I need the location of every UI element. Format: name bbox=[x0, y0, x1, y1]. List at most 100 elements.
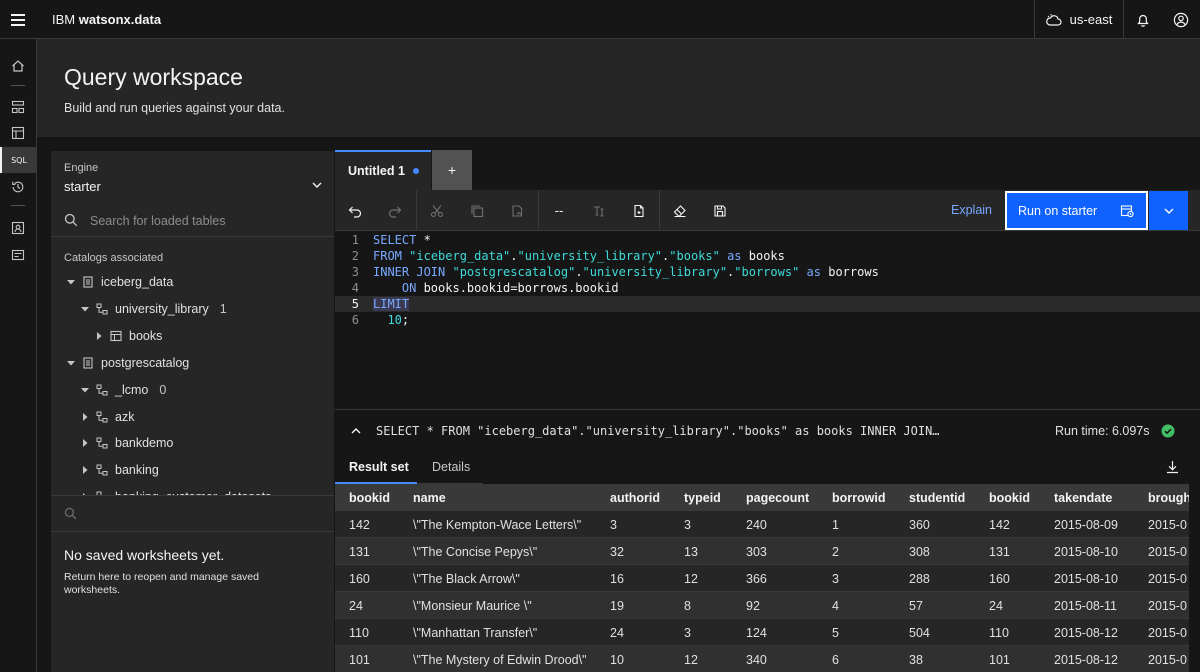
tree-node-postgrescatalog[interactable]: postgrescatalog bbox=[67, 352, 189, 374]
table-cell: \"The Black Arrow\" bbox=[413, 572, 520, 586]
table-cell: 131 bbox=[349, 545, 370, 559]
table-row[interactable]: 142 \"The Kempton-Wace Letters\" 3 3 240 1 360… bbox=[335, 511, 1189, 538]
comment-button[interactable]: -- bbox=[539, 190, 579, 231]
page-subtitle: Build and run queries against your data. bbox=[64, 101, 285, 115]
caret-down-icon bbox=[81, 307, 89, 312]
home-icon[interactable] bbox=[0, 53, 36, 79]
table-search[interactable]: Search for loaded tables bbox=[51, 205, 334, 237]
tree-node-azk[interactable]: azk bbox=[81, 406, 134, 428]
table-cell: 2015-08-10 bbox=[1054, 545, 1118, 559]
undo-icon[interactable] bbox=[335, 190, 375, 231]
tree-node-books[interactable]: books bbox=[95, 325, 162, 347]
catalog-icon bbox=[83, 276, 93, 288]
worksheet-search[interactable] bbox=[51, 496, 334, 532]
redo-icon[interactable] bbox=[375, 190, 415, 231]
chevron-up-icon[interactable] bbox=[350, 425, 362, 437]
user-avatar-icon[interactable] bbox=[1162, 0, 1200, 39]
table-cell: 2015-0 bbox=[1148, 545, 1187, 559]
query-history-icon[interactable] bbox=[0, 174, 36, 200]
brand-name: watsonx.data bbox=[78, 12, 162, 27]
copy-icon[interactable] bbox=[457, 190, 497, 231]
tree-node-iceberg-data[interactable]: iceberg_data bbox=[67, 271, 173, 293]
table-cell: 360 bbox=[909, 518, 930, 532]
table-cell: 2015-0 bbox=[1148, 572, 1187, 586]
column-header[interactable]: takendate bbox=[1054, 491, 1112, 505]
column-header[interactable]: borrowid bbox=[832, 491, 885, 505]
table-cell: 13 bbox=[684, 545, 698, 559]
line-number: 4 bbox=[351, 281, 359, 295]
generate-sql-icon[interactable] bbox=[619, 190, 659, 231]
schema-icon bbox=[96, 384, 108, 396]
table-cell: 110 bbox=[989, 626, 1009, 640]
explain-button[interactable]: Explain bbox=[951, 203, 992, 217]
caret-right-icon bbox=[83, 413, 88, 421]
tree-node-lcmo[interactable]: _lcmo 0 bbox=[81, 379, 166, 401]
format-icon[interactable] bbox=[579, 190, 619, 231]
table-row[interactable]: 110 \"Manhattan Transfer\" 24 3 124 5 504 110 20… bbox=[335, 619, 1189, 646]
tab-result-set[interactable]: Result set bbox=[335, 451, 417, 484]
table-cell: \"Manhattan Transfer\" bbox=[413, 626, 538, 640]
tree-node-bankdemo[interactable]: bankdemo bbox=[81, 432, 173, 454]
data-manager-icon[interactable] bbox=[0, 120, 36, 146]
configurations-icon[interactable] bbox=[0, 242, 36, 268]
table-cell: 2015-0 bbox=[1148, 599, 1187, 613]
tab-details[interactable]: Details bbox=[417, 451, 483, 484]
download-icon[interactable] bbox=[1166, 460, 1179, 474]
column-header[interactable]: authorid bbox=[610, 491, 660, 505]
cloud-icon bbox=[1045, 13, 1062, 26]
table-cell: 2015-0 bbox=[1148, 626, 1187, 640]
column-header[interactable]: bookid bbox=[989, 491, 1030, 505]
column-header[interactable]: broughtdate bbox=[1148, 491, 1189, 505]
table-cell: 2015-0 bbox=[1148, 653, 1187, 667]
tab-untitled-1[interactable]: Untitled 1 bbox=[335, 150, 431, 190]
code-line: 4 ON books.bookid=borrows.bookid bbox=[335, 280, 1200, 296]
save-icon[interactable] bbox=[700, 190, 740, 231]
code-line: 6 10; bbox=[335, 312, 1200, 328]
table-row[interactable]: 131 \"The Concise Pepys\" 32 13 303 2 308 131 20… bbox=[335, 538, 1189, 565]
run-options-chevron-icon[interactable] bbox=[1149, 191, 1188, 230]
infrastructure-icon[interactable] bbox=[0, 94, 36, 120]
access-control-icon[interactable] bbox=[0, 215, 36, 241]
eraser-icon[interactable] bbox=[660, 190, 700, 231]
caret-right-icon bbox=[83, 466, 88, 474]
region-selector[interactable]: us-east bbox=[1034, 0, 1124, 39]
table-row[interactable]: 160 \"The Black Arrow\" 16 12 366 3 288 160 2015… bbox=[335, 565, 1189, 592]
cut-icon[interactable] bbox=[417, 190, 457, 231]
table-cell: 2 bbox=[832, 545, 839, 559]
table-cell: 3 bbox=[610, 518, 617, 532]
menu-icon[interactable] bbox=[0, 0, 36, 39]
chevron-down-icon[interactable] bbox=[311, 179, 323, 191]
table-cell: 2015-0 bbox=[1148, 518, 1187, 532]
table-cell: 240 bbox=[746, 518, 767, 532]
code-line: 3 INNER JOIN "postgrescatalog"."universit… bbox=[335, 264, 1200, 280]
table-cell: 2015-08-09 bbox=[1054, 518, 1118, 532]
engine-label: Engine bbox=[64, 162, 99, 174]
column-header[interactable]: pagecount bbox=[746, 491, 809, 505]
add-tab-button[interactable]: + bbox=[432, 150, 472, 190]
tree-node-banking-customer-datasets[interactable]: banking_customer_datasets bbox=[81, 486, 271, 495]
column-header[interactable]: typeid bbox=[684, 491, 721, 505]
table-row[interactable]: 24 \"Monsieur Maurice \" 19 8 92 4 57 24 2015-08… bbox=[335, 592, 1189, 619]
paste-icon[interactable] bbox=[497, 190, 537, 231]
vertical-scrollbar[interactable] bbox=[1189, 484, 1200, 672]
column-header[interactable]: name bbox=[413, 491, 446, 505]
table-row[interactable]: 101 \"The Mystery of Edwin Drood\" 10 12 340… bbox=[335, 646, 1189, 672]
brand[interactable]: IBM watsonx.data bbox=[52, 12, 161, 27]
table-cell: 19 bbox=[610, 599, 624, 613]
saved-worksheets-panel: No saved worksheets yet. Return here to … bbox=[51, 495, 334, 672]
sql-icon[interactable]: SQL bbox=[0, 147, 36, 173]
column-header[interactable]: bookid bbox=[349, 491, 390, 505]
tree-node-university-library[interactable]: university_library 1 bbox=[81, 298, 227, 320]
notification-icon[interactable] bbox=[1124, 0, 1162, 39]
table-cell: 5 bbox=[832, 626, 839, 640]
top-bar: IBM watsonx.data us-east bbox=[0, 0, 1200, 39]
run-button[interactable]: Run on starter bbox=[1005, 191, 1148, 230]
engine-dropdown[interactable]: starter bbox=[64, 179, 101, 194]
tree-node-banking[interactable]: banking bbox=[81, 459, 159, 481]
search-input[interactable]: Search for loaded tables bbox=[90, 214, 226, 228]
table-cell: 10 bbox=[610, 653, 624, 667]
sql-editor[interactable]: 1 SELECT * 2 FROM "iceberg_data"."universi… bbox=[335, 231, 1200, 409]
table-cell: 16 bbox=[610, 572, 624, 586]
table-cell: 366 bbox=[746, 572, 767, 586]
column-header[interactable]: studentid bbox=[909, 491, 965, 505]
